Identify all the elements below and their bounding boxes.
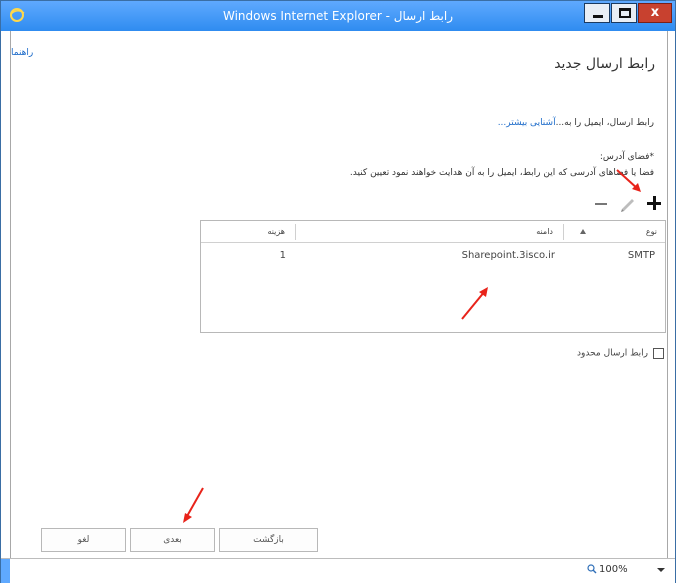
cell-cost: 1 [279,250,286,261]
minimize-icon [593,15,603,18]
plus-icon[interactable] [644,193,664,213]
address-space-label: *فضای آدرس: [599,152,654,162]
maximize-button[interactable] [611,3,637,23]
cancel-button[interactable]: لغو [41,528,126,552]
column-divider[interactable] [563,224,564,240]
intro-text: رابط ارسال، ایمیل را به... [555,118,654,128]
window-frame-edge [1,559,10,583]
cell-type: SMTP [627,250,655,261]
annotation-arrow-icon [616,169,641,192]
pencil-icon[interactable] [618,193,638,213]
column-header-domain[interactable]: دامنه [536,227,553,236]
maximize-icon [619,8,631,18]
status-bar: 100% [1,558,675,583]
annotation-arrow-icon [183,487,204,523]
help-link[interactable]: راهنما [11,48,33,58]
browser-window: Windows Internet Explorer - رابط ارسال x… [0,0,676,583]
learn-more-link[interactable]: آشنایی بیشتر... [498,118,556,128]
chevron-down-icon[interactable] [656,566,666,574]
close-button[interactable]: x [638,3,672,23]
address-space-description: فضا یا فضاهای آدرسی که این رابط، ایمیل ر… [349,168,654,178]
sort-ascending-icon [580,229,586,234]
minus-icon[interactable] [592,193,612,213]
cell-domain: Sharepoint.3isco.ir [461,250,555,261]
minimize-button[interactable] [584,3,610,23]
back-button[interactable]: بازگشت [219,528,318,552]
title-bar: Windows Internet Explorer - رابط ارسال x [1,1,675,31]
annotation-arrow-icon [461,287,488,320]
page-title: رابط ارسال جدید [554,56,655,72]
close-icon: x [650,5,660,20]
intro-row: رابط ارسال، ایمیل را به...آشنایی بیشتر..… [498,118,654,128]
scoped-connector-checkbox[interactable] [653,348,664,359]
address-space-grid: نوع دامنه هزینه SMTP Sharepoint.3isco.ir… [200,220,666,333]
zoom-icon [587,564,597,574]
column-header-cost[interactable]: هزینه [267,227,285,236]
zoom-control[interactable]: 100% [587,564,628,575]
scoped-connector-label: رابط ارسال محدود [577,348,648,359]
column-divider[interactable] [295,224,296,240]
next-button[interactable]: بعدی [130,528,215,552]
grid-header: نوع دامنه هزینه [201,221,665,243]
window-title: Windows Internet Explorer - رابط ارسال [223,9,453,23]
table-row[interactable]: SMTP Sharepoint.3isco.ir 1 [201,244,665,270]
zoom-level: 100% [599,564,628,575]
column-header-type[interactable]: نوع [646,227,657,236]
dialog-content: راهنما رابط ارسال جدید رابط ارسال، ایمیل… [10,31,668,558]
scoped-connector-option: رابط ارسال محدود [577,348,664,359]
